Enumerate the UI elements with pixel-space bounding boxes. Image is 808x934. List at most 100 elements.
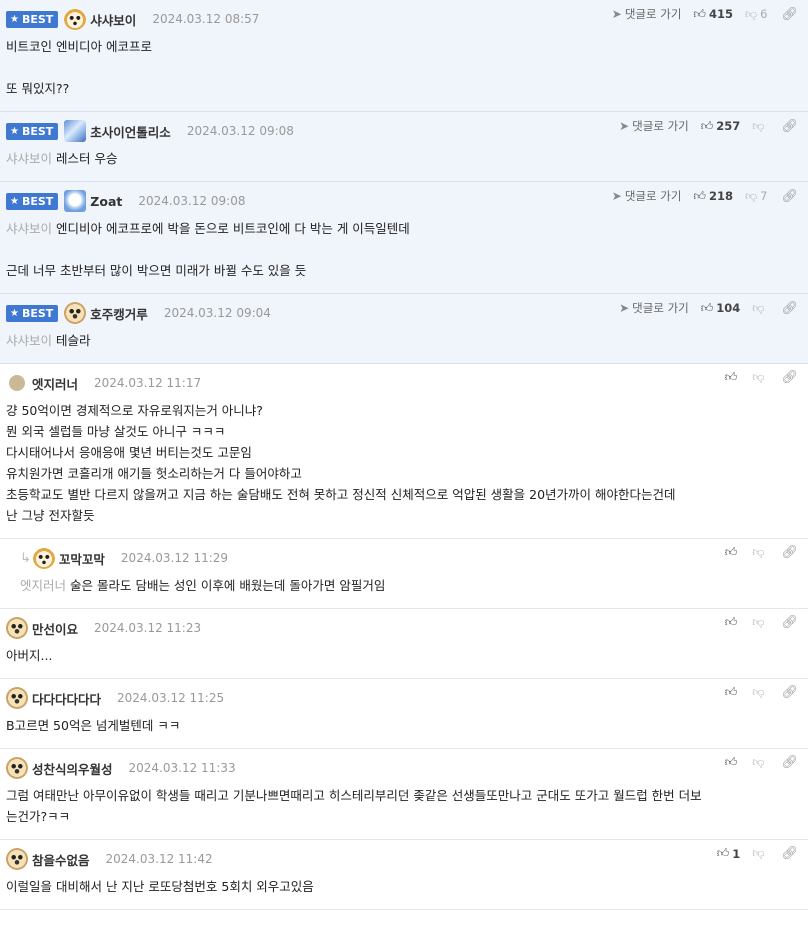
comment-text: 비트코인 엔비디아 에코프로 [6,39,152,54]
author-name[interactable]: Zoat [90,194,122,209]
avatar[interactable] [64,120,87,142]
dislike-button[interactable]: 👎︎ [752,846,767,861]
author-name[interactable]: 엣지러너 [32,374,78,393]
comment-actions: 👍︎ 1 👎︎ 🔗︎ [705,846,798,861]
like-button[interactable]: 👍︎ [725,545,741,560]
avatar[interactable] [6,848,28,870]
mention[interactable]: 샤샤보이 [6,151,52,166]
avatar[interactable] [6,757,28,779]
author-name[interactable]: 꼬막꼬막 [59,549,105,568]
dislike-button[interactable]: 👎︎ 7 [745,189,768,204]
comment: 만선이요 2024.03.12 11:23 👍︎ 👎︎ 🔗︎ 아버지... [0,609,808,679]
link-icon[interactable]: 🔗︎ [781,301,798,316]
like-button[interactable]: 👍︎ 1 [717,846,741,861]
comment-body: 샤샤보이 테슬라 [6,330,802,351]
comment-date: 2024.03.12 11:29 [120,551,229,565]
avatar[interactable] [64,302,87,324]
link-icon[interactable]: 🔗︎ [781,189,798,204]
like-button[interactable]: 👍︎ 218 [693,189,733,204]
dislike-button[interactable]: 👎︎ [752,370,767,385]
comment-text: 이럴일을 대비해서 난 지난 로또당첨번호 5회치 외우고있음 [6,879,314,894]
author-name[interactable]: 다다다다다다 [32,689,101,708]
comment-text: 테슬라 [56,333,91,348]
dislike-button[interactable]: 👎︎ 6 [745,7,768,22]
mention[interactable]: 엣지러너 [20,578,66,593]
link-icon[interactable]: 🔗︎ [781,685,798,700]
mention[interactable]: 샤샤보이 [6,333,52,348]
link-icon[interactable]: 🔗︎ [781,545,798,560]
comment-line: 는건가?ㅋㅋ [6,806,802,827]
go-to-comment-button[interactable]: ➤ 댓글로 가기 [612,188,682,204]
like-button[interactable]: 👍︎ [725,685,741,700]
avatar[interactable] [32,547,55,569]
link-icon[interactable]: 🔗︎ [781,615,798,630]
go-to-comment-button[interactable]: ➤ 댓글로 가기 [612,6,682,22]
comment-line: 아버지... [6,645,802,666]
like-button[interactable]: 👍︎ 257 [701,119,741,134]
thumbs-up-icon: 👍︎ [716,846,730,860]
go-to-comment-label: 댓글로 가기 [624,189,682,203]
like-button[interactable]: 👍︎ [725,755,741,770]
thumbs-down-icon: 👎︎ [752,685,765,699]
best-badge: ★ BEST [6,122,59,140]
comment-line: 샤샤보이 테슬라 [6,330,802,351]
comment-header: 다다다다다다 2024.03.12 11:25 [6,687,802,709]
dislike-button[interactable]: 👎︎ [752,685,767,700]
like-button[interactable]: 👍︎ 415 [693,7,733,22]
comment-header: ↳ 꼬막꼬막 2024.03.12 11:29 [20,547,802,569]
mention[interactable]: 샤샤보이 [6,221,52,236]
star-icon: ★ [10,125,19,137]
link-icon[interactable]: 🔗︎ [781,7,798,22]
author-name[interactable]: 참을수없음 [32,850,90,869]
go-to-comment-button[interactable]: ➤ 댓글로 가기 [619,300,689,316]
comment-date: 2024.03.12 09:08 [138,194,246,208]
avatar[interactable] [6,617,28,639]
link-icon[interactable]: 🔗︎ [781,755,798,770]
dislike-count: 6 [760,7,768,21]
avatar[interactable] [6,687,28,709]
link-icon[interactable]: 🔗︎ [781,846,798,861]
like-button[interactable]: 👍︎ 104 [701,301,741,316]
go-to-comment-button[interactable]: ➤ 댓글로 가기 [619,118,689,134]
comment-line: 근데 너무 초반부터 많이 박으면 미래가 바뀔 수도 있을 듯 [6,260,802,281]
best-label: BEST [21,12,54,26]
comment-date: 2024.03.12 11:25 [117,691,225,705]
dislike-button[interactable]: 👎︎ [752,301,767,316]
like-button[interactable]: 👍︎ [725,370,741,385]
avatar[interactable] [64,190,87,212]
comment-actions: 👍︎ 👎︎ 🔗︎ [713,545,798,560]
reply-arrow-icon: ↳ [20,550,31,566]
author-name[interactable]: 호주캥거루 [90,304,148,323]
best-label: BEST [21,194,54,208]
reply-comment: ↳ 꼬막꼬막 2024.03.12 11:29 👍︎ 👎︎ 🔗︎ 엣지러너 술은 몰라도 담배… [0,539,808,609]
comment-actions: ➤ 댓글로 가기 👍︎ 415 👎︎ 6 🔗︎ [600,6,798,22]
author-name[interactable]: 만선이요 [32,619,78,638]
thumbs-up-icon: 👍︎ [724,755,738,769]
thumbs-down-icon: 👎︎ [744,188,758,203]
comment-text: 그럼 여태만난 아무이유없이 학생들 때리고 기분나쁘면때리고 히스테리부리던 … [6,788,702,803]
link-icon[interactable]: 🔗︎ [781,370,798,385]
like-button[interactable]: 👍︎ [725,615,741,630]
author-name[interactable]: 샤샤보이 [90,10,136,29]
dislike-button[interactable]: 👎︎ [752,615,767,630]
best-label: BEST [21,306,54,320]
avatar[interactable] [9,375,25,391]
link-icon[interactable]: 🔗︎ [781,119,798,134]
dislike-button[interactable]: 👎︎ [752,755,767,770]
avatar[interactable] [64,8,87,30]
best-comment: ★ BEST 샤샤보이 2024.03.12 08:57 ➤ 댓글로 가기 👍︎ 415 👎︎ 6… [0,0,808,112]
send-arrow-icon: ➤ [611,189,622,203]
best-label: BEST [21,124,54,138]
author-name[interactable]: 성찬식의우월성 [32,759,113,778]
author-name[interactable]: 초사이언톨리소 [90,122,171,141]
comment-text: 유치원가면 코흘리개 애기들 헛소리하는거 다 들어야하고 [6,466,302,481]
dislike-button[interactable]: 👎︎ [752,545,767,560]
dislike-button[interactable]: 👎︎ [752,119,767,134]
comment-actions: 👍︎ 👎︎ 🔗︎ [713,755,798,770]
comment-text: 레스터 우승 [56,151,118,166]
thumbs-up-icon: 👍︎ [724,370,738,384]
comment-body: 이럴일을 대비해서 난 지난 로또당첨번호 5회치 외우고있음 [6,876,802,897]
go-to-comment-label: 댓글로 가기 [632,119,689,133]
